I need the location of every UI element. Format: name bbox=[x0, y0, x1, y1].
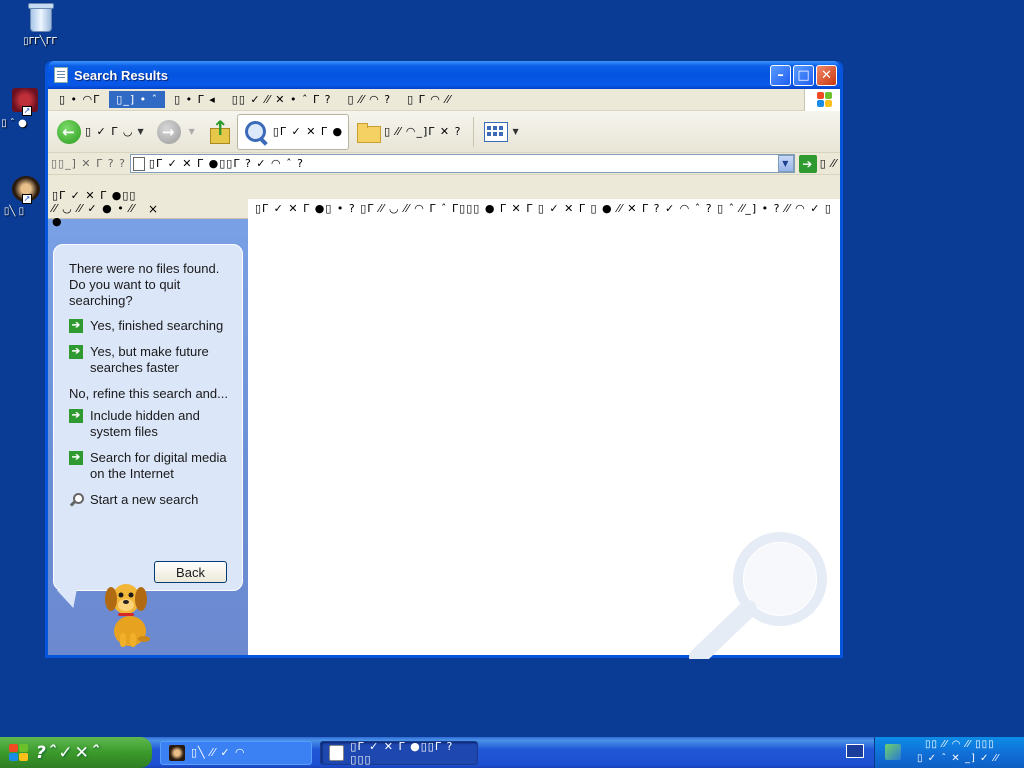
address-label: ▯▯_] ✕ Γ ? ? bbox=[51, 157, 126, 170]
search-results-window: Search Results – □ ✕ ▯ • ◠Γ ▯_] • ˆ ▯ • … bbox=[45, 61, 843, 659]
pane-close-button[interactable]: × bbox=[145, 202, 244, 216]
menu-item-1[interactable]: ▯ • ◠Γ bbox=[52, 91, 107, 108]
results-message: ▯Γ ✓ ✕ Γ ●▯ • ? ▯Γ ⁄⁄ ◡ ⁄⁄ ◠ Γ ˆ Γ▯▯▯ ● … bbox=[255, 202, 832, 215]
toolbar-divider bbox=[473, 116, 475, 147]
search-icon bbox=[243, 119, 269, 145]
document-icon bbox=[329, 744, 345, 761]
chevron-down-icon[interactable]: ▼ bbox=[189, 127, 196, 136]
back-button[interactable]: ← ▯ ✓ Γ ◡ ▼ bbox=[52, 114, 150, 150]
option-finished-searching[interactable]: ➔ Yes, finished searching bbox=[69, 318, 228, 334]
chevron-down-icon[interactable]: ▼ bbox=[777, 155, 794, 172]
option-label: Start a new search bbox=[90, 492, 199, 507]
pane-title: ▯Γ ✓ ✕ Γ ●▯▯ ⁄⁄ ◡ ⁄⁄ ✓ ● • ⁄⁄ ● bbox=[52, 189, 137, 228]
back-label: ▯ ✓ Γ ◡ bbox=[85, 125, 134, 138]
speech-bubble-tail bbox=[56, 590, 84, 608]
desktop-icon-recycle-bin[interactable]: ▯ΓΓ╲ΓΓ bbox=[0, 2, 80, 47]
option-label: Yes, but make future searches faster bbox=[90, 344, 209, 375]
windows-logo-icon bbox=[804, 88, 840, 111]
pane-header: ▯Γ ✓ ✕ Γ ●▯▯ ⁄⁄ ◡ ⁄⁄ ✓ ● • ⁄⁄ ● × bbox=[48, 189, 248, 228]
green-arrow-icon: ➔ bbox=[69, 319, 83, 333]
up-folder-icon bbox=[208, 116, 230, 144]
go-label: ▯ ⁄⁄ bbox=[819, 157, 837, 170]
start-label: ?ˆ✓✕ˆ bbox=[36, 742, 102, 763]
views-button[interactable]: ▼ bbox=[479, 114, 524, 150]
back-pane-button[interactable]: Back bbox=[154, 561, 227, 583]
go-button[interactable]: ➔ ▯ ⁄⁄ bbox=[798, 154, 837, 173]
photo-icon: ↗ bbox=[0, 172, 40, 204]
task-label: ▯╲ ⁄⁄ ✓ ◠ bbox=[191, 746, 246, 759]
green-arrow-icon: ➔ bbox=[69, 345, 83, 359]
address-input[interactable]: ▯Γ ✓ ✕ Γ ●▯▯Γ ? ✓ ◠ ˆ ? ▼ bbox=[129, 154, 795, 173]
application-icon: ↗ bbox=[0, 84, 38, 116]
option-faster-searches[interactable]: ➔ Yes, but make future searches faster bbox=[69, 344, 228, 376]
menu-item-6[interactable]: ▯ Γ ◠ ⁄⁄ bbox=[400, 91, 458, 108]
search-watermark-icon bbox=[689, 532, 827, 659]
search-companion-pane: ▯Γ ✓ ✕ Γ ●▯▯ ⁄⁄ ◡ ⁄⁄ ✓ ● • ⁄⁄ ● × There … bbox=[48, 189, 248, 655]
chevron-down-icon[interactable]: ▼ bbox=[512, 127, 519, 136]
tray-text-1: ▯▯ ⁄⁄ ◠ ⁄⁄ ▯▯▯ bbox=[925, 739, 995, 750]
search-label: ▯Γ ✓ ✕ Γ ● bbox=[272, 125, 344, 138]
folders-label: ▯ ⁄⁄ ◠_]Γ ✕ ? bbox=[384, 125, 462, 138]
recycle-bin-icon bbox=[24, 2, 56, 34]
menu-bar: ▯ • ◠Γ ▯_] • ˆ ▯ • Γ ◂ ▯▯ ✓ ⁄⁄ ✕ • ˆ Γ ?… bbox=[48, 88, 840, 111]
shortcut-arrow-icon: ↗ bbox=[22, 106, 32, 116]
option-label: Include hidden and system files bbox=[90, 408, 200, 439]
close-button[interactable]: ✕ bbox=[816, 64, 837, 86]
taskbar-task-photo[interactable]: ▯╲ ⁄⁄ ✓ ◠ bbox=[160, 740, 312, 765]
address-value: ▯Γ ✓ ✕ Γ ●▯▯Γ ? ✓ ◠ ˆ ? bbox=[148, 157, 304, 170]
title-bar[interactable]: Search Results – □ ✕ bbox=[48, 61, 840, 89]
views-icon bbox=[484, 121, 509, 142]
up-folder-button[interactable] bbox=[203, 114, 235, 150]
windows-logo-icon bbox=[8, 743, 30, 763]
window-title: Search Results bbox=[74, 67, 168, 83]
search-icon bbox=[69, 493, 84, 507]
system-tray: ▯▯ ⁄⁄ ◠ ⁄⁄ ▯▯▯ ▯ ✓ ˆ ✕ _] ✓ ⁄⁄ bbox=[874, 737, 1024, 768]
address-bar: ▯▯_] ✕ Γ ? ? ▯Γ ✓ ✕ Γ ●▯▯Γ ? ✓ ◠ ˆ ? ▼ ➔… bbox=[48, 153, 840, 175]
taskbar-task-search-results[interactable]: ▯Γ ✓ ✕ Γ ●▯▯Γ ?▯▯▯ bbox=[320, 739, 478, 766]
network-icon[interactable] bbox=[885, 744, 901, 760]
desktop-icon-label: ▯ΓΓ╲ΓΓ bbox=[23, 36, 57, 47]
chevron-down-icon[interactable]: ▼ bbox=[138, 127, 145, 136]
document-icon bbox=[54, 67, 68, 83]
speech-bubble: There were no files found. Do you want t… bbox=[53, 244, 243, 591]
menu-item-5[interactable]: ▯ ⁄⁄ ◠ ? bbox=[340, 91, 398, 108]
option-label: Yes, finished searching bbox=[90, 318, 224, 333]
green-arrow-icon: ➔ bbox=[69, 409, 83, 423]
search-button[interactable]: ▯Γ ✓ ✕ Γ ● bbox=[236, 113, 350, 150]
search-dog-icon[interactable] bbox=[100, 577, 156, 649]
tray-text-2: ▯ ✓ ˆ ✕ _] ✓ ⁄⁄ bbox=[917, 753, 999, 764]
menu-item-2[interactable]: ▯_] • ˆ bbox=[109, 91, 166, 108]
minimize-button[interactable]: – bbox=[770, 64, 791, 86]
forward-button[interactable]: → ▼ bbox=[152, 114, 201, 150]
folder-icon bbox=[356, 122, 382, 143]
results-pane[interactable]: ▯Γ ✓ ✕ Γ ●▯ • ? ▯Γ ⁄⁄ ◡ ⁄⁄ ◠ Γ ˆ Γ▯▯▯ ● … bbox=[248, 199, 840, 659]
option-new-search[interactable]: Start a new search bbox=[69, 492, 228, 508]
option-include-hidden[interactable]: ➔ Include hidden and system files bbox=[69, 408, 228, 440]
shortcut-arrow-icon: ↗ bbox=[22, 194, 32, 204]
option-label: Search for digital media on the Internet bbox=[90, 450, 227, 481]
document-icon bbox=[132, 156, 145, 171]
window-body: ▯ • ◠Γ ▯_] • ˆ ▯ • Γ ◂ ▯▯ ✓ ⁄⁄ ✕ • ˆ Γ ?… bbox=[48, 88, 840, 659]
start-button[interactable]: ?ˆ✓✕ˆ bbox=[0, 737, 152, 768]
green-arrow-icon: ➔ bbox=[69, 451, 83, 465]
toolbar: ← ▯ ✓ Γ ◡ ▼ → ▼ ▯Γ ✓ ✕ Γ ● ▯ ⁄⁄ ◠_]Γ ✕ ? bbox=[48, 111, 840, 153]
photo-icon bbox=[169, 744, 185, 761]
no-files-question: There were no files found. Do you want t… bbox=[69, 261, 220, 308]
menu-item-3[interactable]: ▯ • Γ ◂ bbox=[167, 91, 223, 108]
forward-arrow-icon: → bbox=[156, 119, 181, 144]
task-label: ▯Γ ✓ ✕ Γ ●▯▯Γ ?▯▯▯ bbox=[350, 739, 454, 766]
back-arrow-icon: ← bbox=[57, 119, 81, 144]
folders-button[interactable]: ▯ ⁄⁄ ◠_]Γ ✕ ? bbox=[351, 114, 466, 150]
go-arrow-icon: ➔ bbox=[798, 154, 817, 173]
keyboard-icon[interactable] bbox=[846, 744, 864, 758]
taskbar: ?ˆ✓✕ˆ ▯╲ ⁄⁄ ✓ ◠ ▯Γ ✓ ✕ Γ ●▯▯Γ ?▯▯▯ ▯▯ ⁄⁄… bbox=[0, 737, 1024, 768]
maximize-button[interactable]: □ bbox=[793, 64, 814, 86]
option-digital-media[interactable]: ➔ Search for digital media on the Intern… bbox=[69, 450, 228, 482]
menu-item-4[interactable]: ▯▯ ✓ ⁄⁄ ✕ • ˆ Γ ? bbox=[225, 91, 339, 108]
refine-label: No, refine this search and... bbox=[69, 386, 228, 401]
